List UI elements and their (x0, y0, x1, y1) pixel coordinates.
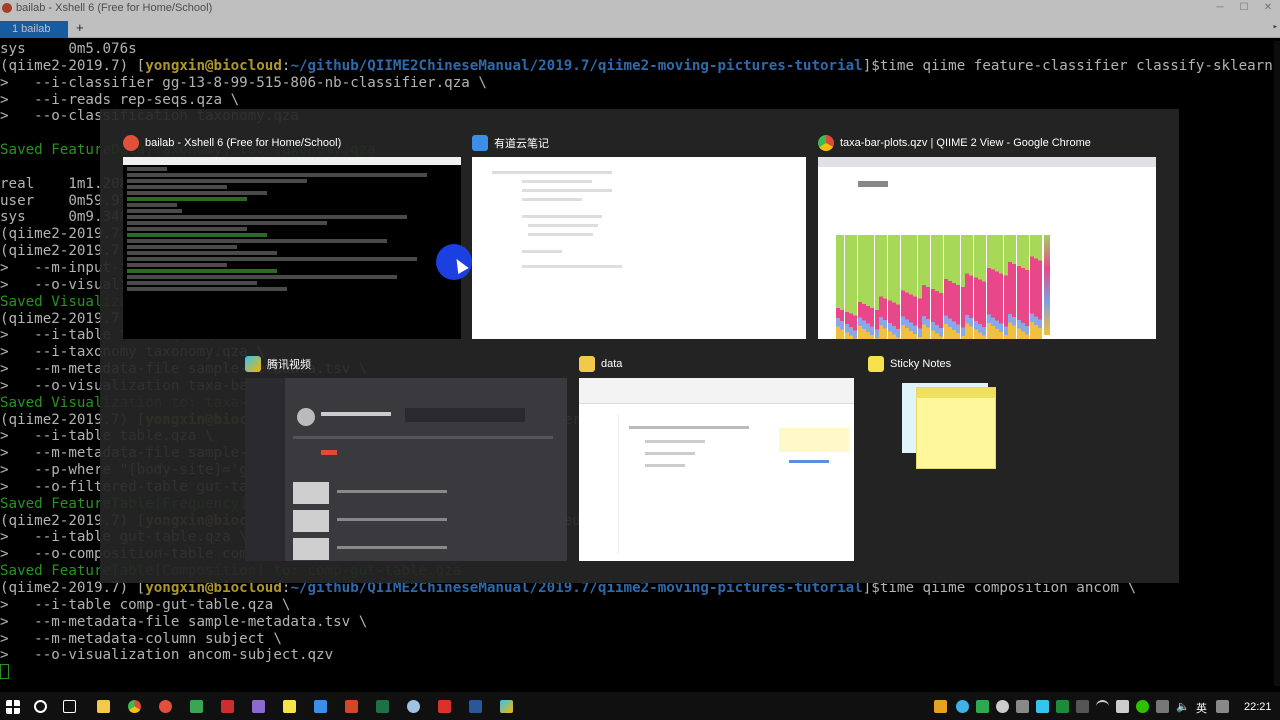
tray-app-icon[interactable] (956, 700, 969, 713)
terminal-text: > --i-table comp-gut-table.qza \ (0, 596, 291, 613)
sticky-notes-icon (868, 356, 884, 372)
tray-app-icon[interactable] (1036, 700, 1049, 713)
folder-icon (579, 356, 595, 372)
terminal-line: sys 0m5.076s (0, 41, 1280, 58)
switcher-window-xshell[interactable]: bailab - Xshell 6 (Free for Home/School) (123, 133, 461, 339)
switcher-window-title: 有道云笔记 (494, 138, 549, 150)
chrome-taskbar-icon[interactable] (128, 700, 141, 713)
app-taskbar-icon[interactable] (438, 700, 451, 713)
tray-app-icon[interactable] (1116, 700, 1129, 713)
xshell-icon (123, 135, 139, 151)
terminal-text: yongxin@biocloud (145, 57, 282, 74)
switcher-window-header: bailab - Xshell 6 (Free for Home/School) (123, 133, 341, 153)
terminal-line: > --i-table comp-gut-table.qza \ (0, 597, 1280, 614)
chrome-icon (818, 135, 834, 151)
powerpoint-icon[interactable] (345, 700, 358, 713)
terminal-text: > --i-classifier gg-13-8-99-515-806-nb-c… (0, 74, 487, 91)
sticky-notes-taskbar-icon[interactable] (283, 700, 296, 713)
tencent-video-thumbnail (245, 378, 567, 561)
taskbar-clock[interactable]: 22:21 (1244, 701, 1272, 713)
app-taskbar-icon[interactable] (252, 700, 265, 713)
terminal-line: > --m-metadata-file sample-metadata.tsv … (0, 614, 1280, 631)
tray-app-icon[interactable] (1056, 700, 1069, 713)
word-icon[interactable] (469, 700, 482, 713)
keyboard-icon[interactable] (1216, 700, 1229, 713)
tray-app-icon[interactable] (976, 700, 989, 713)
window-titlebar: bailab - Xshell 6 (Free for Home/School)… (0, 0, 1280, 16)
taxa-bar-chart (836, 235, 1043, 339)
qiime2-logo (858, 181, 888, 187)
file-explorer-icon[interactable] (97, 700, 110, 713)
switcher-window-sticky-notes[interactable]: Sticky Notes (868, 354, 1068, 561)
switcher-window-title: Sticky Notes (890, 358, 952, 370)
switcher-window-title: data (601, 358, 623, 370)
window-title: bailab - Xshell 6 (Free for Home/School) (16, 2, 213, 14)
switcher-window-header: 有道云笔记 (472, 133, 549, 153)
switcher-window-youdao-note[interactable]: 有道云笔记 (472, 133, 806, 339)
maximize-button[interactable]: ☐ (1232, 0, 1256, 16)
terminal-text: > --o-visualization ancom-subject.qzv (0, 647, 334, 664)
youdao-note-taskbar-icon[interactable] (314, 700, 327, 713)
task-view-icon[interactable] (63, 700, 76, 713)
terminal-text: > --m-metadata-column subject \ (0, 630, 282, 647)
terminal-scrollbar[interactable] (1274, 41, 1280, 686)
switcher-window-chrome[interactable]: taxa-bar-plots.qzv | QIIME 2 View - Goog… (818, 133, 1156, 339)
terminal-cursor-line (0, 664, 1280, 681)
sticky-note-thumbnail (916, 387, 996, 469)
ime-indicator[interactable]: 英 (1196, 700, 1207, 716)
terminal-line: > --i-reads rep-seqs.qza \ (0, 92, 1280, 109)
app-taskbar-icon[interactable] (407, 700, 420, 713)
switcher-window-title: 腾讯视频 (267, 359, 311, 371)
terminal-line: > --i-classifier gg-13-8-99-515-806-nb-c… (0, 75, 1280, 92)
terminal-line: > --o-visualization ancom-subject.qzv (0, 647, 1280, 664)
tray-app-icon[interactable] (996, 700, 1009, 713)
close-button[interactable]: ✕ (1256, 0, 1280, 16)
switcher-window-header: Sticky Notes (868, 354, 951, 374)
switcher-window-header: data (579, 354, 622, 374)
switcher-window-title: bailab - Xshell 6 (Free for Home/School) (145, 137, 342, 149)
xshell-app-icon (2, 3, 12, 13)
minimize-button[interactable]: ─ (1208, 0, 1232, 16)
terminal-text: sys 0m5.076s (0, 41, 137, 57)
wechat-icon[interactable] (1136, 700, 1149, 713)
terminal-text: ]$time qiime feature-classifier classify… (862, 57, 1280, 74)
tencent-video-taskbar-icon[interactable] (500, 700, 513, 713)
app-taskbar-icon[interactable] (190, 700, 203, 713)
tray-app-icon[interactable] (1076, 700, 1089, 713)
task-switcher: bailab - Xshell 6 (Free for Home/School)… (100, 109, 1179, 583)
search-icon[interactable] (34, 700, 47, 713)
terminal-text: > --m-metadata-file sample-metadata.tsv … (0, 613, 368, 630)
filezilla-icon[interactable] (221, 700, 234, 713)
excel-icon[interactable] (376, 700, 389, 713)
add-tab-button[interactable]: + (76, 20, 84, 35)
tray-app-icon[interactable] (1016, 700, 1029, 713)
terminal-line: (qiime2-2019.7) [yongxin@biocloud:~/gith… (0, 58, 1280, 75)
switcher-window-explorer-data[interactable]: data (579, 354, 854, 561)
switcher-window-header: 腾讯视频 (245, 354, 311, 374)
windows-start-icon[interactable] (6, 700, 20, 714)
taxa-bar (1038, 235, 1043, 339)
terminal-cursor (0, 664, 9, 680)
xshell-thumbnail (123, 157, 461, 339)
terminal-text: ~/github/QIIME2ChineseManual/2019.7/qiim… (290, 57, 863, 74)
switcher-window-title: taxa-bar-plots.qzv | QIIME 2 View - Goog… (840, 137, 1091, 149)
youdao-note-icon (472, 135, 488, 151)
session-tab-bailab[interactable]: 1 bailab (0, 21, 68, 38)
network-icon[interactable] (1156, 700, 1169, 713)
switcher-window-header: taxa-bar-plots.qzv | QIIME 2 View - Goog… (818, 133, 1091, 153)
chrome-thumbnail (818, 157, 1156, 339)
switcher-window-tencent-video[interactable]: 腾讯视频 (245, 354, 567, 561)
terminal-text: > --i-reads rep-seqs.qza \ (0, 91, 240, 108)
xshell-taskbar-icon[interactable] (159, 700, 172, 713)
explorer-thumbnail (579, 378, 854, 561)
volume-icon[interactable]: 🔈 (1176, 700, 1190, 713)
wifi-icon[interactable] (1096, 700, 1109, 713)
terminal-line: > --m-metadata-column subject \ (0, 631, 1280, 648)
tab-scroll-icon[interactable]: ▸ (1273, 22, 1278, 32)
youdao-note-thumbnail (472, 157, 806, 339)
session-tabbar: 1 bailab + ▸ (0, 16, 1280, 38)
terminal-text: (qiime2-2019.7) [ (0, 57, 146, 74)
tray-app-icon[interactable] (934, 700, 947, 713)
tencent-video-icon (245, 356, 261, 372)
